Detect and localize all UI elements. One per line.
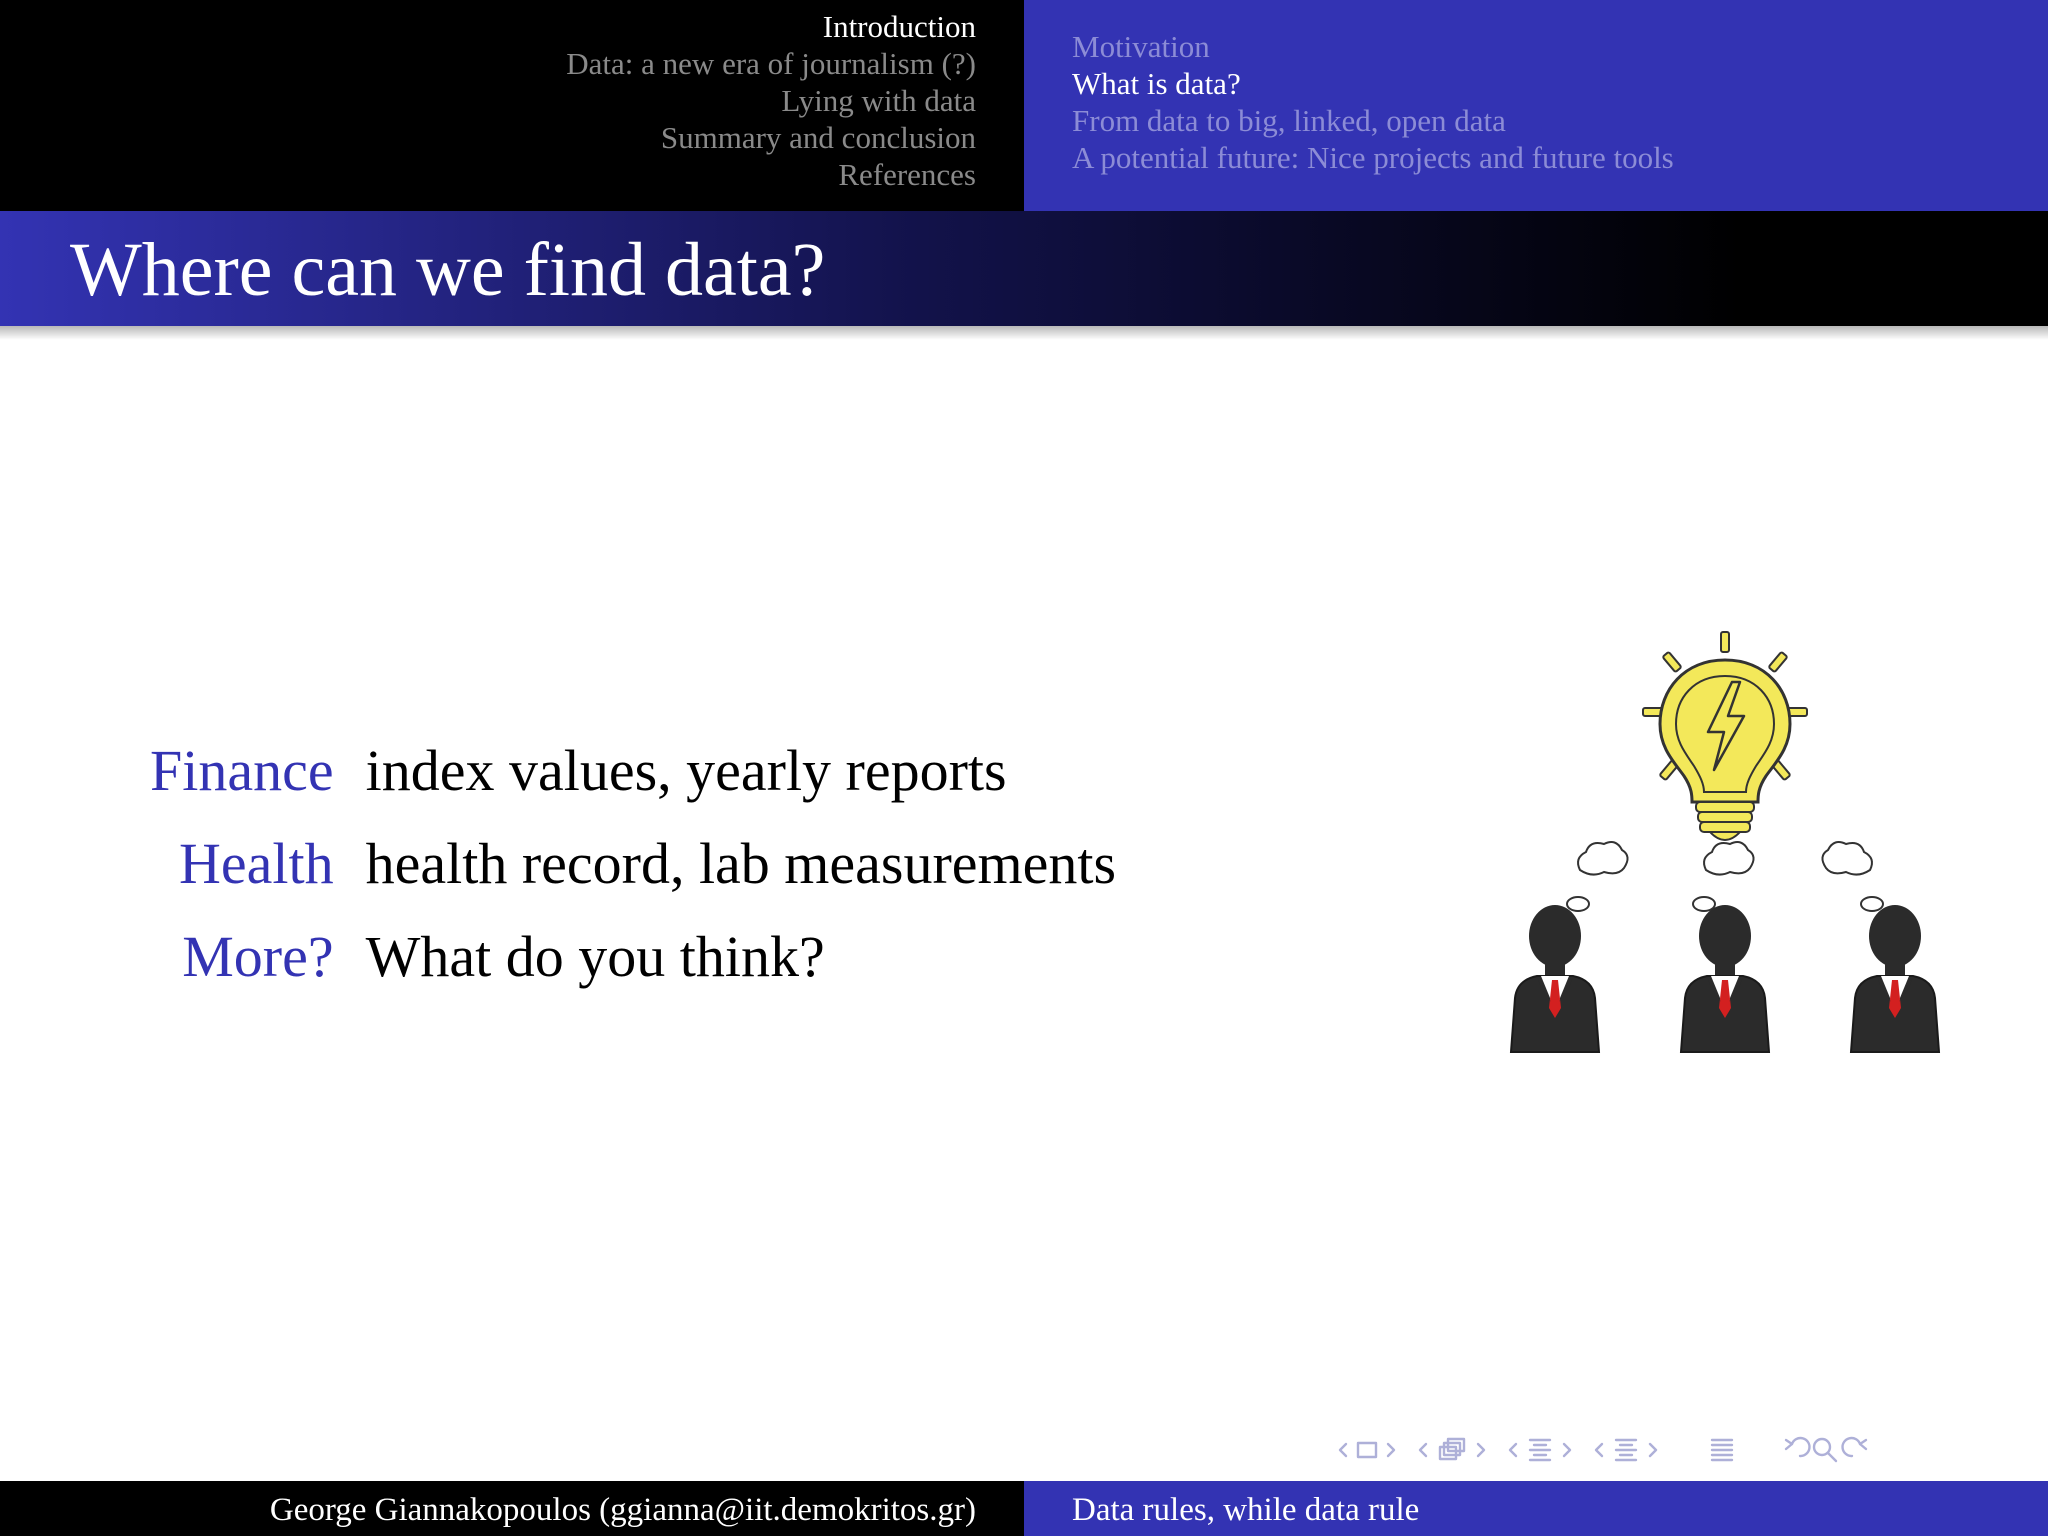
footer-title: Data rules, while data rule — [1072, 1492, 1420, 1528]
nav-toc-icon[interactable] — [1710, 1438, 1734, 1462]
description-definition: What do you think? — [365, 924, 825, 989]
description-term: Finance — [150, 738, 334, 803]
section-list: Introduction Data: a new era of journali… — [566, 8, 976, 193]
nav-subsection-prev-icon[interactable] — [1418, 1442, 1428, 1458]
nav-frame-next-icon[interactable] — [1386, 1442, 1396, 1458]
description-item: More? What do you think? — [150, 910, 1116, 1003]
header-subsections-panel: Motivation What is data? From data to bi… — [1024, 0, 2048, 211]
nav-doc-next-icon[interactable] — [1648, 1442, 1658, 1458]
subsection-link-big-linked-open[interactable]: From data to big, linked, open data — [1072, 102, 1674, 139]
thought-cloud-icon — [1566, 841, 1884, 912]
section-link-introduction[interactable]: Introduction — [566, 8, 976, 45]
nav-subsection-next-icon[interactable] — [1476, 1442, 1486, 1458]
subsection-list: Motivation What is data? From data to bi… — [1072, 28, 1674, 176]
subsection-link-what-is-data[interactable]: What is data? — [1072, 65, 1674, 102]
description-term: Health — [179, 831, 334, 896]
nav-back-icon[interactable] — [1784, 1436, 1811, 1458]
description-item: Finance index values, yearly reports — [150, 724, 1116, 817]
nav-subsection-icon[interactable] — [1438, 1437, 1466, 1461]
nav-section-next-icon[interactable] — [1562, 1442, 1572, 1458]
description-item: Health health record, lab measurements — [150, 817, 1116, 910]
section-link-data-journalism[interactable]: Data: a new era of journalism (?) — [566, 45, 976, 82]
lightbulb-icon — [1642, 631, 1808, 841]
header-sections-panel: Introduction Data: a new era of journali… — [0, 0, 1024, 211]
nav-section-prev-icon[interactable] — [1508, 1442, 1518, 1458]
nav-search-icon[interactable] — [1812, 1437, 1838, 1463]
nav-doc-icon[interactable] — [1614, 1438, 1638, 1462]
footer-author: George Giannakopoulos (ggianna@iit.demok… — [269, 1492, 976, 1528]
brainstorm-illustration — [1510, 631, 1940, 1053]
section-link-summary[interactable]: Summary and conclusion — [566, 119, 976, 156]
description-definition: index values, yearly reports — [365, 738, 1007, 803]
nav-forward-icon[interactable] — [1841, 1436, 1868, 1458]
subsection-link-motivation[interactable]: Motivation — [1072, 28, 1674, 65]
footer-author-panel: George Giannakopoulos (ggianna@iit.demok… — [0, 1481, 1024, 1536]
section-link-lying-with-data[interactable]: Lying with data — [566, 82, 976, 119]
nav-section-icon[interactable] — [1528, 1438, 1552, 1462]
description-list: Finance index values, yearly reports Hea… — [150, 724, 1116, 1003]
description-term: More? — [182, 924, 334, 989]
section-link-references[interactable]: References — [566, 156, 976, 193]
businessman-icon — [1510, 904, 1940, 1053]
frame-title: Where can we find data? — [70, 228, 826, 312]
description-definition: health record, lab measurements — [365, 831, 1117, 896]
footer-title-panel: Data rules, while data rule — [1024, 1481, 2048, 1536]
nav-doc-prev-icon[interactable] — [1594, 1442, 1604, 1458]
subsection-link-potential-future[interactable]: A potential future: Nice projects and fu… — [1072, 139, 1674, 176]
frame-title-shadow — [0, 326, 2048, 340]
navigation-bar — [1338, 1436, 1868, 1463]
nav-frame-icon[interactable] — [1356, 1441, 1378, 1459]
nav-frame-prev-icon[interactable] — [1338, 1442, 1348, 1458]
